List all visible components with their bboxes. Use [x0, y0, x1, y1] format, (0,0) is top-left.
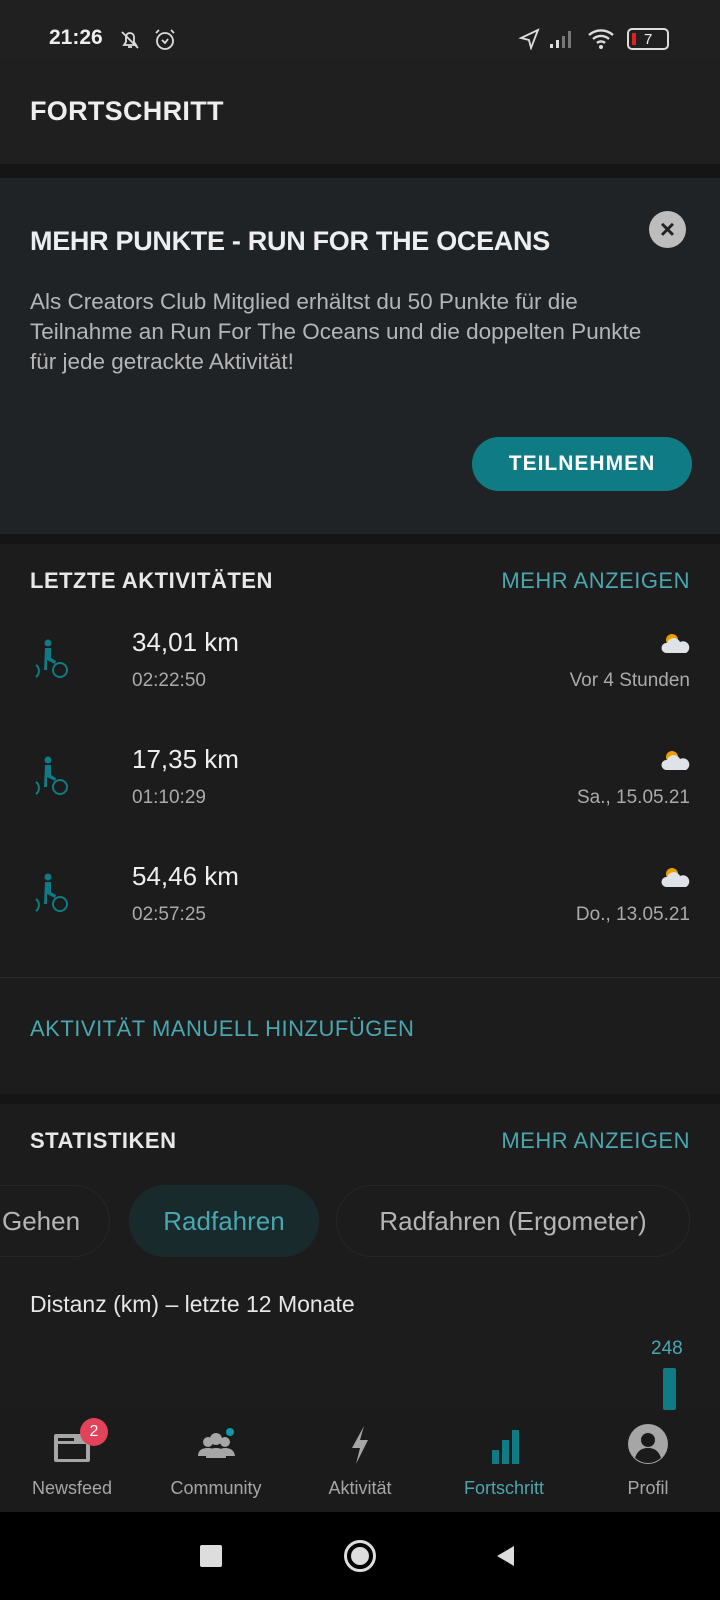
banner-body: Als Creators Club Mitglied erhältst du 5…: [30, 289, 642, 374]
chip-radfahren[interactable]: Radfahren: [129, 1185, 319, 1257]
recents-button[interactable]: [200, 1545, 222, 1567]
divider: [0, 977, 720, 978]
lightning-icon: [352, 1426, 368, 1464]
promo-banner: MEHR PUNKTE - RUN FOR THE OCEANS × Als C…: [0, 178, 720, 534]
more-activities-link[interactable]: MEHR ANZEIGEN: [501, 568, 690, 594]
join-button[interactable]: TEILNEHMEN: [472, 437, 692, 491]
wifi-icon: [588, 29, 614, 49]
app-header: FORTSCHRITT: [0, 60, 720, 164]
section-divider: [0, 1094, 720, 1104]
alarm-icon: [155, 29, 175, 50]
more-statistics-link[interactable]: MEHR ANZEIGEN: [501, 1128, 690, 1154]
nav-label: Fortschritt: [463, 1478, 544, 1498]
partly-cloudy-icon: [661, 868, 690, 887]
activity-row[interactable]: 54,46 km 02:57:25 Do., 13.05.21: [0, 841, 720, 958]
system-nav-bar: [0, 1512, 720, 1600]
status-time: 21:26: [49, 26, 103, 49]
notification-badge: 2: [80, 1418, 108, 1446]
signal-icon: [550, 31, 571, 48]
section-divider: [0, 164, 720, 178]
nav-community[interactable]: Community: [144, 1410, 288, 1512]
back-button[interactable]: [494, 1544, 518, 1568]
add-manual-activity-link[interactable]: AKTIVITÄT MANUELL HINZUFÜGEN: [30, 1016, 414, 1042]
nav-fortschritt[interactable]: Fortschritt: [432, 1410, 576, 1512]
partly-cloudy-icon: [661, 634, 690, 653]
nav-label: Newsfeed: [31, 1478, 113, 1498]
activity-row[interactable]: 34,01 km 02:22:50 Vor 4 Stunden: [0, 607, 720, 724]
nav-label: Profil: [627, 1478, 669, 1498]
close-icon[interactable]: ×: [649, 211, 686, 248]
chart-bar[interactable]: [663, 1368, 676, 1410]
nav-profil[interactable]: Profil: [576, 1410, 720, 1512]
profile-icon: [628, 1424, 668, 1464]
section-title: STATISTIKEN: [30, 1128, 177, 1153]
home-button[interactable]: [344, 1540, 376, 1572]
battery-icon: 7: [627, 28, 669, 50]
community-icon: [198, 1428, 235, 1458]
location-icon: [518, 28, 540, 50]
nav-label: Community: [170, 1478, 262, 1498]
status-bar: 21:26 7: [0, 0, 720, 60]
activity-duration: 01:10:29: [132, 787, 206, 808]
cycling-icon: [35, 873, 68, 912]
cycling-icon: [35, 639, 68, 678]
activity-duration: 02:57:25: [132, 904, 206, 925]
section-title: LETZTE AKTIVITÄTEN: [30, 568, 273, 593]
bar-chart-icon: [492, 1430, 519, 1464]
chip-gehen[interactable]: Gehen: [0, 1185, 110, 1257]
statistics-section: STATISTIKEN MEHR ANZEIGEN: [0, 1104, 720, 1410]
activity-distance: 17,35 km: [132, 744, 239, 774]
activity-duration: 02:22:50: [132, 670, 206, 691]
activity-date: Do., 13.05.21: [575, 904, 690, 925]
chip-radfahren-ergometer[interactable]: Radfahren (Ergometer): [336, 1185, 690, 1257]
bell-off-icon: [121, 31, 139, 49]
bar-data-label: 248: [651, 1338, 683, 1359]
nav-newsfeed[interactable]: 2 Newsfeed: [0, 1410, 144, 1512]
partly-cloudy-icon: [661, 751, 690, 770]
nav-label: Aktivität: [328, 1478, 392, 1498]
battery-level: 7: [644, 31, 653, 48]
nav-aktivitaet[interactable]: Aktivität: [288, 1410, 432, 1512]
cycling-icon: [35, 756, 68, 795]
chart-title: Distanz (km) – letzte 12 Monate: [30, 1291, 355, 1317]
recent-activities-section: LETZTE AKTIVITÄTEN MEHR ANZEIGEN 34,01 k…: [0, 544, 720, 1094]
activity-distance: 34,01 km: [132, 627, 239, 657]
banner-title: MEHR PUNKTE - RUN FOR THE OCEANS: [30, 226, 550, 256]
activity-date: Vor 4 Stunden: [569, 670, 690, 691]
activity-row[interactable]: 17,35 km 01:10:29 Sa., 15.05.21: [0, 724, 720, 841]
activity-date: Sa., 15.05.21: [576, 787, 690, 808]
section-divider: [0, 534, 720, 544]
page-title: FORTSCHRITT: [30, 96, 224, 126]
activity-distance: 54,46 km: [132, 861, 239, 891]
bottom-nav: 2 Newsfeed Community Aktivität Fortschri…: [0, 1410, 720, 1512]
